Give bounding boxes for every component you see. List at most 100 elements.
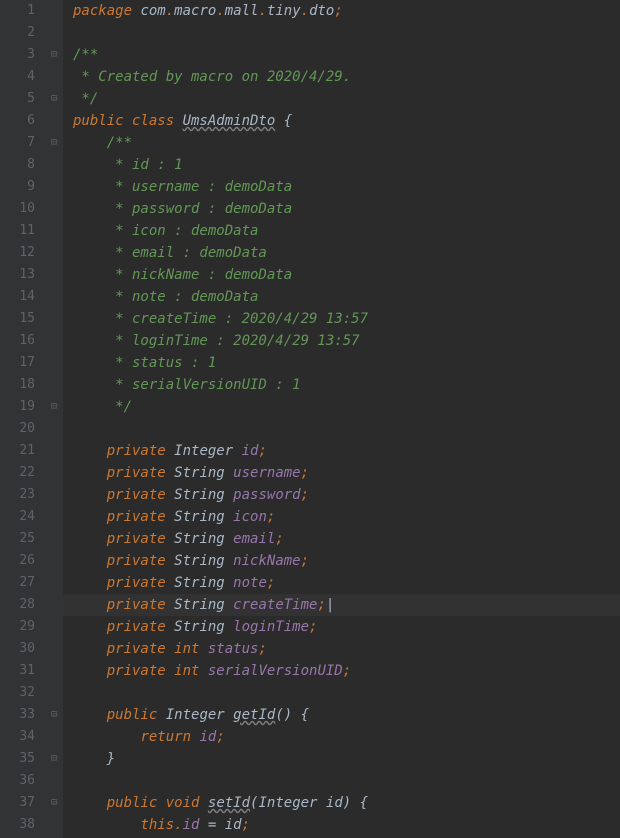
token-kw: private <box>107 663 174 679</box>
fold-marker <box>45 550 63 572</box>
code-line[interactable]: public Integer getId() { <box>63 704 620 726</box>
token-field: username <box>233 465 300 481</box>
fold-marker <box>45 682 63 704</box>
code-line[interactable]: private int serialVersionUID; <box>63 660 620 682</box>
fold-marker[interactable]: ⊟ <box>45 748 63 770</box>
token-kw: private <box>107 641 174 657</box>
token-field: status <box>208 641 259 657</box>
fold-marker <box>45 286 63 308</box>
token-punct: ; <box>343 663 351 679</box>
fold-marker <box>45 814 63 836</box>
token-kw: private <box>107 619 174 635</box>
fold-marker[interactable]: ⊟ <box>45 132 63 154</box>
fold-marker[interactable]: ⊟ <box>45 396 63 418</box>
code-line[interactable]: * loginTime : 2020/4/29 13:57 <box>63 330 620 352</box>
code-line[interactable]: */ <box>63 396 620 418</box>
code-line[interactable] <box>63 418 620 440</box>
code-line[interactable]: public class UmsAdminDto { <box>63 110 620 132</box>
line-number: 22 <box>0 462 45 484</box>
code-line[interactable]: * status : 1 <box>63 352 620 374</box>
line-number: 31 <box>0 660 45 682</box>
token-field: createTime <box>233 597 317 613</box>
code-line[interactable]: * username : demoData <box>63 176 620 198</box>
token-kw: return <box>140 729 199 745</box>
code-line[interactable]: * serialVersionUID : 1 <box>63 374 620 396</box>
code-line[interactable]: private String note; <box>63 572 620 594</box>
token-kw: private <box>107 443 174 459</box>
fold-marker <box>45 110 63 132</box>
code-line[interactable]: private String createTime;| <box>63 594 620 616</box>
code-line[interactable]: */ <box>63 88 620 110</box>
token-comment: * createTime : 2020/4/29 13:57 <box>107 311 368 327</box>
token-ident: = id <box>199 817 241 833</box>
code-line[interactable]: * icon : demoData <box>63 220 620 242</box>
code-line[interactable]: * email : demoData <box>63 242 620 264</box>
token-comment: /** <box>107 135 132 151</box>
token-ident: tiny <box>267 3 301 19</box>
fold-marker <box>45 352 63 374</box>
code-editor[interactable]: 1234567891011121314151617181920212223242… <box>0 0 620 838</box>
code-line[interactable]: * id : 1 <box>63 154 620 176</box>
fold-close-icon: ⊟ <box>51 396 57 418</box>
token-punct: ; <box>301 487 309 503</box>
fold-marker[interactable]: ⊟ <box>45 44 63 66</box>
code-line[interactable]: private String icon; <box>63 506 620 528</box>
fold-marker[interactable]: ⊟ <box>45 88 63 110</box>
token-field: password <box>233 487 300 503</box>
code-line[interactable]: private String password; <box>63 484 620 506</box>
line-number: 21 <box>0 440 45 462</box>
line-number: 6 <box>0 110 45 132</box>
code-line[interactable]: this.id = id; <box>63 814 620 836</box>
code-line[interactable]: private int status; <box>63 638 620 660</box>
token-punct: ; <box>258 641 266 657</box>
code-line[interactable]: * note : demoData <box>63 286 620 308</box>
line-number: 20 <box>0 418 45 440</box>
code-area[interactable]: package com.macro.mall.tiny.dto; /** * Cr… <box>63 0 620 838</box>
token-comment: */ <box>73 91 98 107</box>
code-line[interactable]: * Created by macro on 2020/4/29. <box>63 66 620 88</box>
token-kw: public <box>107 707 166 723</box>
code-line[interactable]: package com.macro.mall.tiny.dto; <box>63 0 620 22</box>
token-type: String <box>174 509 233 525</box>
token-underline: getId <box>233 707 275 723</box>
line-number: 23 <box>0 484 45 506</box>
code-line[interactable]: * createTime : 2020/4/29 13:57 <box>63 308 620 330</box>
fold-marker[interactable]: ⊟ <box>45 704 63 726</box>
code-line[interactable]: /** <box>63 132 620 154</box>
token-paren: () <box>275 707 300 723</box>
token-punct: ; <box>242 817 250 833</box>
fold-marker <box>45 638 63 660</box>
code-line[interactable]: * password : demoData <box>63 198 620 220</box>
line-number: 5 <box>0 88 45 110</box>
fold-marker <box>45 726 63 748</box>
code-line[interactable]: public void setId(Integer id) { <box>63 792 620 814</box>
token-field: nickName <box>233 553 300 569</box>
fold-marker <box>45 220 63 242</box>
fold-marker <box>45 66 63 88</box>
token-underline: UmsAdminDto <box>183 113 276 129</box>
code-line[interactable]: private String username; <box>63 462 620 484</box>
code-line[interactable]: } <box>63 748 620 770</box>
code-line[interactable]: return id; <box>63 726 620 748</box>
token-punct: ; <box>301 553 309 569</box>
token-kw: private <box>107 509 174 525</box>
line-number: 2 <box>0 22 45 44</box>
token-kw: int <box>174 641 208 657</box>
token-comment: */ <box>107 399 132 415</box>
token-brace: { <box>275 113 292 129</box>
token-ident: macro <box>174 3 216 19</box>
code-line[interactable]: private String email; <box>63 528 620 550</box>
code-line[interactable]: private String loginTime; <box>63 616 620 638</box>
code-line[interactable]: * nickName : demoData <box>63 264 620 286</box>
token-caret: | <box>326 597 334 613</box>
code-line[interactable]: /** <box>63 44 620 66</box>
token-type: String <box>174 597 233 613</box>
code-line[interactable] <box>63 770 620 792</box>
code-line[interactable]: private String nickName; <box>63 550 620 572</box>
token-punct: ; <box>267 575 275 591</box>
line-number: 17 <box>0 352 45 374</box>
code-line[interactable]: private Integer id; <box>63 440 620 462</box>
code-line[interactable] <box>63 22 620 44</box>
fold-marker[interactable]: ⊟ <box>45 792 63 814</box>
code-line[interactable] <box>63 682 620 704</box>
